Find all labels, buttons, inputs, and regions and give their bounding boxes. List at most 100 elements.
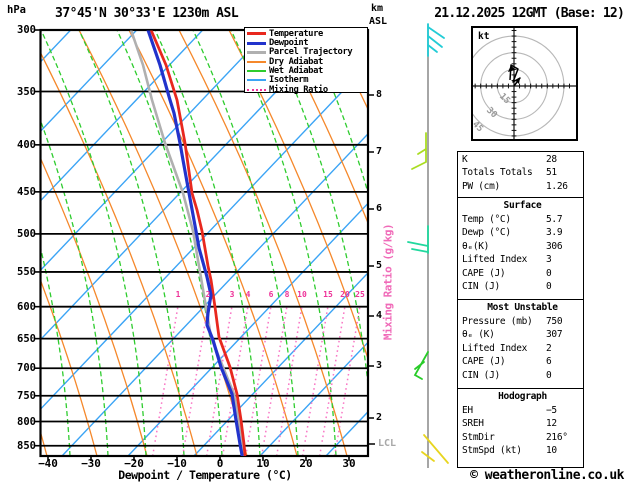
- table-row-value: 216°: [546, 431, 568, 443]
- mixing-ratio-value-label: 1: [175, 290, 181, 299]
- pressure-tick-label: 750: [17, 389, 36, 402]
- table-row-value: 3.9: [546, 227, 563, 239]
- pressure-tick-label: 400: [17, 138, 36, 151]
- table-row: Lifted Index 2: [462, 342, 583, 355]
- legend-swatch-temperature: [247, 32, 266, 36]
- table-row-value: 306: [546, 240, 563, 252]
- table-row-value: 6: [546, 356, 552, 368]
- km-tick-label: 7: [376, 146, 383, 157]
- table-row: CIN (J) 0: [462, 280, 583, 293]
- lcl-label: LCL: [378, 438, 397, 449]
- copyright-footer: © weatheronline.co.uk: [470, 468, 624, 483]
- table-row-value: 0: [546, 281, 552, 293]
- table-row-label: StmDir: [462, 431, 495, 443]
- table-row: Dewp (°C) 3.9: [462, 226, 583, 239]
- table-row-label: CAPE (J): [462, 356, 506, 368]
- table-row-value: 1.26: [546, 180, 568, 192]
- table-row: θₑ(K) 306: [462, 240, 583, 253]
- table-row-value: −5: [546, 404, 557, 416]
- table-row: SREH 12: [462, 417, 583, 430]
- skewt-sounding-chart: hPa 37°45'N 30°33'E 1230m ASL km ASL 21.…: [0, 0, 629, 486]
- pressure-tick-label: 450: [17, 185, 36, 198]
- legend-item: Dewpoint: [245, 38, 367, 48]
- table-row-value: 5.7: [546, 213, 563, 225]
- legend-item: Temperature: [245, 29, 367, 39]
- table-row-value: 750: [546, 315, 563, 327]
- km-axis-unit: km: [371, 3, 384, 14]
- table-header: Hodograph: [498, 391, 547, 402]
- table-row-label: Pressure (mb): [462, 315, 533, 327]
- table-row-label: PW (cm): [462, 180, 500, 192]
- table-row-label: Totals Totals: [462, 167, 533, 179]
- pressure-tick-label: 650: [17, 332, 36, 345]
- table-row: θₑ (K) 307: [462, 328, 583, 341]
- table-row: Totals Totals 51: [462, 166, 583, 179]
- table-row-label: Dewp (°C): [462, 227, 511, 239]
- legend-label: Mixing Ratio: [269, 84, 328, 95]
- table-row-label: EH: [462, 404, 473, 416]
- mixing-ratio-value-label: 10: [297, 290, 307, 299]
- mixing-ratio-value-label: 4: [245, 290, 251, 299]
- wind-barb-column: [407, 23, 449, 468]
- legend-swatch-isotherm: [247, 79, 266, 82]
- table-row-label: SREH: [462, 418, 484, 430]
- legend-swatch-dewpoint: [247, 41, 266, 45]
- table-row-value: 2: [546, 342, 552, 354]
- table-row-value: 307: [546, 329, 563, 341]
- mixing-ratio-value-label: 15: [323, 290, 333, 299]
- pressure-tick-label: 800: [17, 415, 36, 428]
- table-row-value: 10: [546, 445, 557, 457]
- table-row-label: Lifted Index: [462, 342, 528, 354]
- table-row: StmDir 216°: [462, 431, 583, 444]
- x-axis-title: Dewpoint / Temperature (°C): [118, 468, 292, 482]
- table-row: PW (cm) 1.26: [462, 180, 583, 193]
- table-row-label: StmSpd (kt): [462, 445, 522, 457]
- table-header: Most Unstable: [487, 302, 558, 313]
- table-row: CIN (J) 0: [462, 369, 583, 382]
- mixing-ratio-value-label: 2: [205, 290, 211, 299]
- table-row-value: 12: [546, 418, 557, 430]
- km-tick-label: 8: [376, 89, 383, 100]
- station-title: 37°45'N 30°33'E 1230m ASL: [55, 6, 239, 21]
- table-row: K 28: [462, 153, 583, 166]
- legend-swatch-wet-adiabat: [247, 70, 266, 73]
- table-row-value: 51: [546, 167, 557, 179]
- table-row: Pressure (mb) 750: [462, 315, 583, 328]
- km-tick-label: 6: [376, 203, 383, 214]
- legend-swatch-parcel-trajectory: [247, 50, 266, 54]
- asl-axis-unit: ASL: [369, 16, 388, 27]
- indices-table-surface: Surface Temp (°C) 5.7 Dewp (°C) 3.9 θₑ(K) 306 L…: [457, 197, 584, 300]
- km-tick-label: 2: [376, 412, 383, 423]
- table-row-label: CIN (J): [462, 281, 500, 293]
- indices-table-hodograph: Hodograph EH −5 SREH 12 StmDir 216° StmSpd (kt)…: [457, 388, 584, 468]
- run-title: 21.12.2025 12GMT (Base: 12): [434, 6, 625, 21]
- table-row-label: CAPE (J): [462, 267, 506, 279]
- table-row: CAPE (J) 6: [462, 355, 583, 368]
- legend-swatch-dry-adiabat: [247, 60, 266, 63]
- pressure-tick-label: 550: [17, 265, 36, 278]
- pressure-tick-label: 300: [17, 24, 36, 36]
- table-row-label: θₑ(K): [462, 240, 490, 252]
- table-row: Lifted Index 3: [462, 253, 583, 266]
- table-row: Temp (°C) 5.7: [462, 213, 583, 226]
- pressure-tick-label: 700: [17, 362, 36, 375]
- indices-table-most-unstable: Most Unstable Pressure (mb) 750 θₑ (K) 307 Li…: [457, 299, 584, 389]
- table-row: EH −5: [462, 404, 583, 417]
- table-row-value: 0: [546, 369, 552, 381]
- table-row-label: CIN (J): [462, 369, 500, 381]
- table-row-label: Lifted Index: [462, 254, 528, 266]
- table-row-value: 0: [546, 267, 552, 279]
- indices-table-summary: K 28 Totals Totals 51 PW (cm) 1.26: [457, 151, 584, 198]
- pressure-tick-label: 500: [17, 227, 36, 240]
- legend-item: Isotherm: [245, 75, 367, 85]
- mixing-ratio-axis-title: Mixing Ratio (g/kg): [381, 223, 395, 341]
- table-row: StmSpd (kt) 10: [462, 444, 583, 457]
- table-row-value: 28: [546, 154, 557, 165]
- legend-item: Mixing Ratio: [245, 84, 367, 95]
- table-row-label: Temp (°C): [462, 213, 511, 225]
- legend: Temperature Dewpoint Parcel Trajectory Dry …: [244, 27, 368, 95]
- table-row-label: θₑ (K): [462, 329, 495, 341]
- legend-item: Wet Adiabat: [245, 66, 367, 76]
- pressure-tick-label: 350: [17, 85, 36, 98]
- legend-item: Dry Adiabat: [245, 57, 367, 67]
